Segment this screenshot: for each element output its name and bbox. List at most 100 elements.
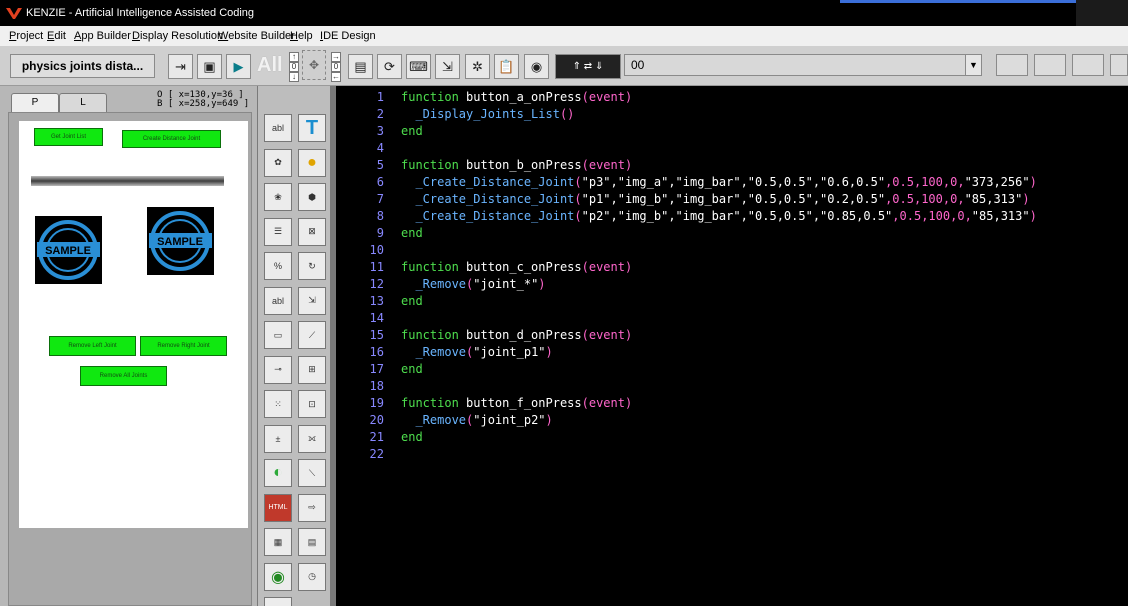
list-icon[interactable]: ☰ [264, 217, 292, 246]
clipboard-icon[interactable]: 📋 [494, 54, 519, 79]
code-line[interactable]: 17 end [336, 362, 1128, 379]
menu-website-builder[interactable]: Website Builder [218, 30, 295, 42]
save-icon[interactable]: ▣ [197, 54, 222, 79]
import-icon[interactable]: ⇲ [435, 54, 460, 79]
line-number: 15 [369, 328, 384, 342]
code-line[interactable]: 2 _Display_Joints_List() [336, 107, 1128, 124]
code-line[interactable]: 10 [336, 243, 1128, 260]
run-icon[interactable]: ▶ [226, 54, 251, 79]
code-line[interactable]: 20 _Remove("joint_p2") [336, 413, 1128, 430]
menu-display-resolution[interactable]: Display Resolution [132, 30, 223, 42]
remove-left-joint-button[interactable]: Remove Left Joint [49, 336, 136, 356]
remove-right-joint-button[interactable]: Remove Right Joint [140, 336, 227, 356]
menu-edit[interactable]: Edit [47, 30, 66, 42]
audio-icon[interactable]: ◉ [524, 54, 549, 79]
code-line[interactable]: 13 end [336, 294, 1128, 311]
code-line[interactable]: 12 _Remove("joint_*") [336, 277, 1128, 294]
toolbar-blank-button-1[interactable] [996, 54, 1028, 76]
tab-p[interactable]: P [11, 93, 59, 113]
image-effect-icon[interactable]: ❀ [264, 183, 292, 211]
node-icon[interactable]: ⟗ [298, 424, 326, 453]
timer-icon[interactable]: ◷ [298, 562, 326, 591]
arrow-down-icon[interactable]: ↓ [289, 72, 299, 82]
button-icon[interactable]: ▭ [264, 321, 292, 349]
code-line[interactable]: 1 function button_a_onPress(event) [336, 90, 1128, 107]
code-editor[interactable]: 1 function button_a_onPress(event) 2 _Disp… [336, 86, 1128, 606]
textarea-icon[interactable]: abl [264, 286, 292, 315]
link-icon[interactable]: ⟋ [298, 321, 326, 349]
image-icon[interactable]: ✿ [264, 148, 292, 177]
chart-icon[interactable]: ▦ [264, 528, 292, 556]
arrow-left-icon[interactable]: ← [331, 72, 341, 82]
textfield-icon[interactable]: abl [264, 114, 292, 142]
sample-image-b[interactable]: SAMPLE [147, 207, 214, 275]
menu-app-builder[interactable]: App Builder [74, 30, 131, 42]
spinner-icon[interactable]: ⁙ [264, 390, 292, 418]
toggle-icon[interactable]: ◐ [264, 459, 292, 487]
code-line[interactable]: 21 end [336, 430, 1128, 447]
document-selector-button[interactable]: physics joints dista... [10, 54, 155, 78]
code-line[interactable]: 5 function button_b_onPress(event) [336, 158, 1128, 175]
code-line[interactable]: 8 _Create_Distance_Joint("p2","img_b","i… [336, 209, 1128, 226]
arrow-up-icon[interactable]: ↑ [289, 52, 299, 62]
connect-icon[interactable]: ⇲ [298, 286, 326, 315]
all-label[interactable]: All [257, 54, 283, 77]
get-joint-list-button[interactable]: Get Joint List [34, 128, 103, 146]
tab-l[interactable]: L [59, 93, 107, 113]
code-line[interactable]: 9 end [336, 226, 1128, 243]
sample-image-a[interactable]: SAMPLE [35, 216, 102, 284]
number-zero-icon[interactable]: 0 [289, 62, 299, 72]
code-line[interactable]: 15 function button_d_onPress(event) [336, 328, 1128, 345]
code-text: _Create_Distance_Joint("p1","img_b","img… [401, 192, 1030, 206]
terminal-icon[interactable]: ⌨ [406, 54, 431, 79]
shape-icon[interactable]: ⬢ [298, 183, 326, 211]
export-icon[interactable]: ⇨ [298, 493, 326, 522]
toolbar-blank-button-3[interactable] [1072, 54, 1104, 76]
blank-icon[interactable] [264, 597, 292, 606]
image-bar[interactable] [31, 176, 224, 186]
toolbar-blank-button-4[interactable] [1110, 54, 1128, 76]
menu-project[interactable]: Project [9, 30, 43, 42]
stepper-icon[interactable]: ± [264, 424, 292, 453]
progress-icon[interactable]: % [264, 252, 292, 280]
slider-icon[interactable]: ⊸ [264, 355, 292, 384]
joint-icon[interactable]: ⊠ [298, 217, 326, 246]
code-text: function button_b_onPress(event) [401, 158, 633, 172]
rotate-icon[interactable]: ↻ [298, 252, 326, 280]
code-line[interactable]: 18 [336, 379, 1128, 396]
properties-icon[interactable]: ▤ [348, 54, 373, 79]
code-line[interactable]: 14 [336, 311, 1128, 328]
text-icon[interactable]: T [298, 114, 326, 142]
move-icon[interactable]: ✥ [302, 50, 326, 80]
sphere-icon[interactable]: ● [298, 148, 326, 177]
layer-order-icon[interactable]: ⇑ ⇄ ⇓ [555, 54, 621, 79]
code-line[interactable]: 16 _Remove("joint_p1") [336, 345, 1128, 362]
export-icon[interactable]: ⇥ [168, 54, 193, 79]
number-zero-icon[interactable]: 0 [331, 62, 341, 72]
radio-icon[interactable]: ◉ [264, 562, 292, 591]
remove-all-joints-button[interactable]: Remove All Joints [80, 366, 167, 386]
refresh-icon[interactable]: ⟳ [377, 54, 402, 79]
create-distance-joint-button[interactable]: Create Distance Joint [122, 130, 221, 148]
object-combobox[interactable]: 00 ▼ [624, 54, 982, 76]
line-icon[interactable]: ⟍ [298, 459, 326, 487]
graph-icon[interactable]: ⊞ [298, 355, 326, 384]
chevron-down-icon[interactable]: ▼ [965, 55, 981, 75]
settings-icon[interactable]: ✲ [465, 54, 490, 79]
code-line[interactable]: 7 _Create_Distance_Joint("p1","img_b","i… [336, 192, 1128, 209]
arrow-right-icon[interactable]: → [331, 52, 341, 62]
code-line[interactable]: 19 function button_f_onPress(event) [336, 396, 1128, 413]
code-line[interactable]: 4 [336, 141, 1128, 158]
menu-ide-design[interactable]: IDE Design [320, 30, 376, 42]
document-icon[interactable]: ▤ [298, 528, 326, 556]
menu-help[interactable]: Help [290, 30, 313, 42]
code-line[interactable]: 6 _Create_Distance_Joint("p3","img_a","i… [336, 175, 1128, 192]
line-number: 5 [376, 158, 384, 172]
code-line[interactable]: 11 function button_c_onPress(event) [336, 260, 1128, 277]
collision-icon[interactable]: ⊡ [298, 390, 326, 418]
line-number: 18 [369, 379, 384, 393]
html-icon[interactable]: HTML [264, 493, 292, 522]
code-line[interactable]: 3 end [336, 124, 1128, 141]
toolbar-blank-button-2[interactable] [1034, 54, 1066, 76]
code-line[interactable]: 22 [336, 447, 1128, 464]
